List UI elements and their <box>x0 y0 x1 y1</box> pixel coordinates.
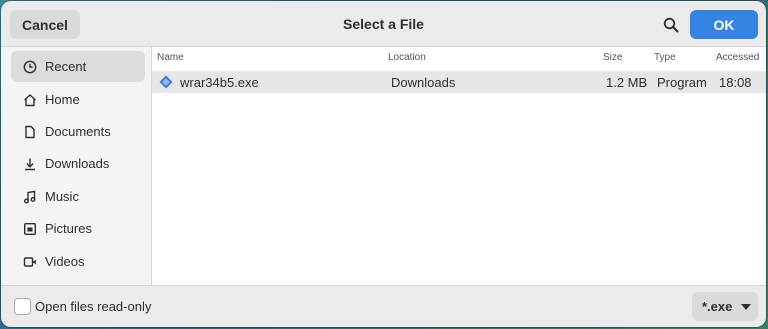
dialog-title: Select a File <box>343 16 424 32</box>
file-accessed: 18:08 <box>719 75 752 90</box>
search-icon <box>663 17 679 32</box>
sidebar-item-label: Downloads <box>45 156 110 171</box>
read-only-label: Open files read-only <box>35 299 152 314</box>
column-header-location[interactable]: Location <box>388 52 426 63</box>
sidebar-item-music[interactable]: Music <box>11 181 145 212</box>
dialog-footer: Open files read-only *.exe <box>1 285 766 327</box>
file-type: Program <box>657 75 707 90</box>
sidebar-item-label: Recent <box>45 59 87 74</box>
sidebar-item-home[interactable]: Home <box>11 84 145 115</box>
chevron-down-icon <box>741 303 752 310</box>
video-icon <box>22 254 38 270</box>
dialog-header: Cancel Select a File OK <box>1 1 766 47</box>
sidebar-item-label: Documents <box>45 124 111 139</box>
picture-icon <box>22 221 38 237</box>
column-header-size[interactable]: Size <box>603 52 622 63</box>
file-filter-dropdown[interactable]: *.exe <box>692 292 758 321</box>
executable-icon <box>159 75 173 89</box>
music-icon <box>22 189 38 205</box>
sidebar-item-downloads[interactable]: Downloads <box>11 148 145 179</box>
clock-icon <box>22 59 38 75</box>
sidebar-item-label: Videos <box>45 254 85 269</box>
search-button[interactable] <box>656 10 686 39</box>
file-list: Name Location Size Type Accessed wrar34b… <box>152 47 766 285</box>
sidebar-item-pictures[interactable]: Pictures <box>11 213 145 244</box>
filter-value: *.exe <box>702 299 733 314</box>
file-location: Downloads <box>391 75 456 90</box>
sidebar-item-label: Home <box>45 92 80 107</box>
column-header-accessed[interactable]: Accessed <box>716 52 759 63</box>
download-icon <box>22 156 38 172</box>
places-sidebar: Recent Home Documents Downloads Music Pi… <box>1 47 152 285</box>
home-icon <box>22 92 38 108</box>
sidebar-item-documents[interactable]: Documents <box>11 116 145 147</box>
column-header-name[interactable]: Name <box>157 52 184 63</box>
sidebar-item-videos[interactable]: Videos <box>11 246 145 277</box>
document-icon <box>22 124 38 140</box>
table-row[interactable]: wrar34b5.exe Downloads 1.2 MB Program 18… <box>152 71 766 93</box>
read-only-checkbox[interactable] <box>14 298 31 315</box>
sidebar-item-label: Music <box>45 189 79 204</box>
file-size: 1.2 MB <box>606 75 648 90</box>
file-chooser-dialog: Cancel Select a File OK Recent Home Docu… <box>1 1 766 327</box>
file-name: wrar34b5.exe <box>180 75 259 90</box>
sidebar-item-label: Pictures <box>45 221 92 236</box>
ok-button[interactable]: OK <box>690 10 758 39</box>
sidebar-item-recent[interactable]: Recent <box>11 51 145 82</box>
column-header-type[interactable]: Type <box>654 52 676 63</box>
